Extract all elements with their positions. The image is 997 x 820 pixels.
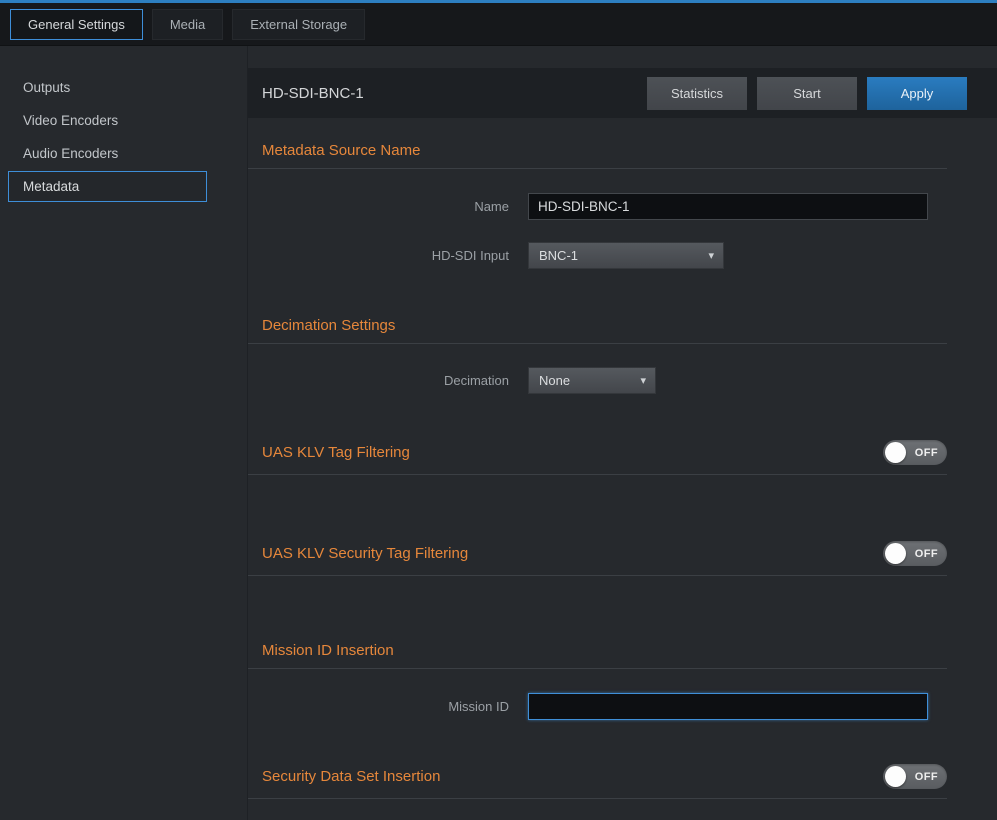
- section-uas-klv-tag-filtering: UAS KLV Tag Filtering OFF: [248, 440, 947, 475]
- section-head-uas-klv-security-tag-filtering: UAS KLV Security Tag Filtering OFF: [248, 541, 947, 576]
- start-button[interactable]: Start: [757, 77, 857, 110]
- tab-media[interactable]: Media: [152, 9, 223, 40]
- section-metadata-source-name: Metadata Source Name Name HD-SDI Input B…: [248, 142, 947, 269]
- hdsdi-input-row: HD-SDI Input BNC-1 ▾: [248, 242, 947, 269]
- uas-klv-tag-filtering-toggle[interactable]: OFF: [883, 440, 947, 465]
- toggle-knob: [885, 766, 906, 787]
- mission-id-input[interactable]: [528, 693, 928, 720]
- statistics-button[interactable]: Statistics: [647, 77, 747, 110]
- header-button-group: Statistics Start Apply: [647, 77, 967, 110]
- uas-klv-security-tag-filtering-toggle[interactable]: OFF: [883, 541, 947, 566]
- section-heading-security-data-set-insertion: Security Data Set Insertion: [248, 768, 440, 785]
- section-heading-uas-klv-tag-filtering: UAS KLV Tag Filtering: [248, 444, 410, 461]
- tab-external-storage[interactable]: External Storage: [232, 9, 365, 40]
- toggle-state-label: OFF: [915, 447, 938, 459]
- section-mission-id-insertion: Mission ID Insertion Mission ID: [248, 642, 947, 720]
- section-heading-uas-klv-security-tag-filtering: UAS KLV Security Tag Filtering: [248, 545, 468, 562]
- sidebar-item-video-encoders[interactable]: Video Encoders: [8, 105, 207, 136]
- section-heading-metadata-source-name: Metadata Source Name: [248, 142, 420, 159]
- page-layout: Outputs Video Encoders Audio Encoders Me…: [0, 46, 997, 820]
- toggle-state-label: OFF: [915, 548, 938, 560]
- toggle-knob: [885, 442, 906, 463]
- mission-id-row: Mission ID: [248, 693, 947, 720]
- page-title: HD-SDI-BNC-1: [262, 85, 364, 102]
- decimation-row: Decimation None ▾: [248, 367, 947, 394]
- hdsdi-input-label: HD-SDI Input: [248, 248, 528, 263]
- section-heading-decimation-settings: Decimation Settings: [248, 317, 395, 334]
- section-uas-klv-security-tag-filtering: UAS KLV Security Tag Filtering OFF: [248, 541, 947, 576]
- name-row: Name: [248, 193, 947, 220]
- mission-id-label: Mission ID: [248, 699, 528, 714]
- sidebar: Outputs Video Encoders Audio Encoders Me…: [0, 46, 248, 820]
- section-security-data-set-insertion: Security Data Set Insertion OFF: [248, 764, 947, 799]
- sidebar-item-audio-encoders[interactable]: Audio Encoders: [8, 138, 207, 169]
- security-data-set-insertion-toggle[interactable]: OFF: [883, 764, 947, 789]
- section-decimation-settings: Decimation Settings Decimation None ▾: [248, 317, 947, 394]
- hdsdi-input-dropdown-value: BNC-1: [539, 248, 578, 263]
- apply-button[interactable]: Apply: [867, 77, 967, 110]
- section-heading-mission-id-insertion: Mission ID Insertion: [248, 642, 394, 659]
- decimation-label: Decimation: [248, 373, 528, 388]
- caret-down-icon: ▾: [708, 249, 714, 262]
- toggle-knob: [885, 543, 906, 564]
- section-head-metadata-source-name: Metadata Source Name: [248, 142, 947, 169]
- hdsdi-input-dropdown[interactable]: BNC-1 ▾: [528, 242, 724, 269]
- section-head-security-data-set-insertion: Security Data Set Insertion OFF: [248, 764, 947, 799]
- toggle-state-label: OFF: [915, 771, 938, 783]
- section-head-uas-klv-tag-filtering: UAS KLV Tag Filtering OFF: [248, 440, 947, 475]
- content-body: Metadata Source Name Name HD-SDI Input B…: [248, 142, 997, 799]
- content-header: HD-SDI-BNC-1 Statistics Start Apply: [248, 68, 997, 118]
- top-tab-bar: General Settings Media External Storage: [0, 3, 997, 46]
- decimation-dropdown[interactable]: None ▾: [528, 367, 656, 394]
- section-head-decimation-settings: Decimation Settings: [248, 317, 947, 344]
- decimation-dropdown-value: None: [539, 373, 570, 388]
- name-label: Name: [248, 199, 528, 214]
- sidebar-item-metadata[interactable]: Metadata: [8, 171, 207, 202]
- caret-down-icon: ▾: [640, 374, 646, 387]
- main-content: HD-SDI-BNC-1 Statistics Start Apply Meta…: [248, 46, 997, 820]
- tab-general-settings[interactable]: General Settings: [10, 9, 143, 40]
- section-head-mission-id-insertion: Mission ID Insertion: [248, 642, 947, 669]
- sidebar-item-outputs[interactable]: Outputs: [8, 72, 207, 103]
- name-input[interactable]: [528, 193, 928, 220]
